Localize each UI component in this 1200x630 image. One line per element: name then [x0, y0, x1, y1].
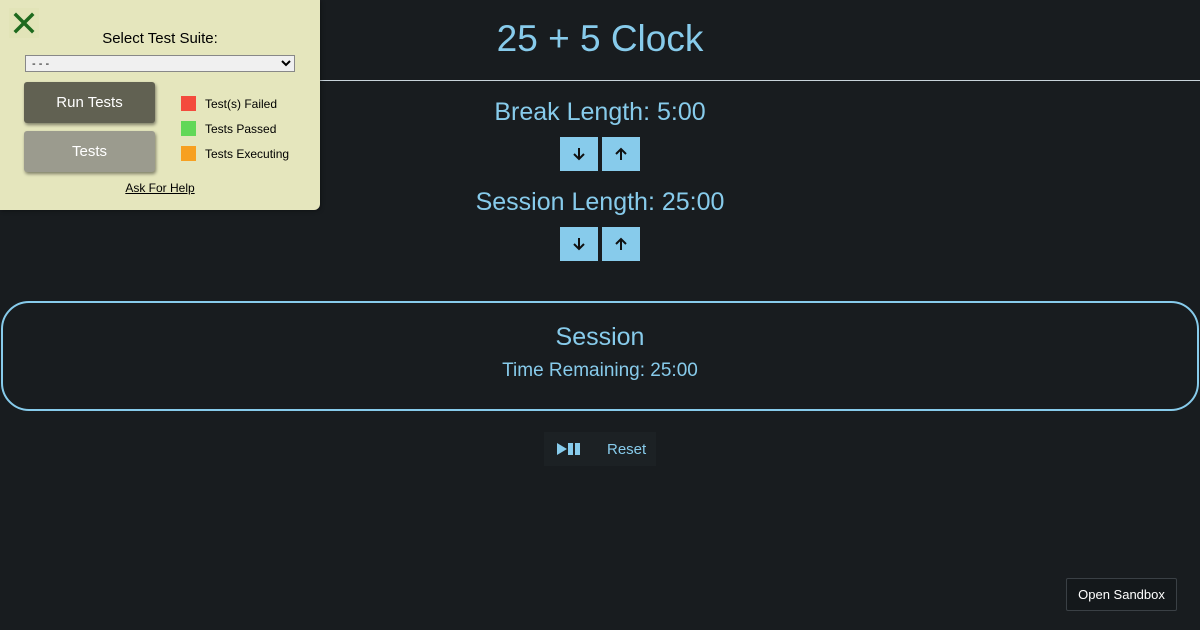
- suite-label: Select Test Suite:: [102, 30, 218, 47]
- suite-select[interactable]: - - -: [25, 55, 295, 72]
- play-pause-icon: [557, 443, 580, 455]
- reset-button[interactable]: Reset: [607, 441, 646, 458]
- break-controls: [560, 137, 640, 171]
- play-pause-button[interactable]: [544, 432, 594, 466]
- run-tests-button[interactable]: Run Tests: [24, 82, 155, 123]
- open-sandbox-button[interactable]: Open Sandbox: [1066, 578, 1177, 611]
- session-controls: [560, 227, 640, 261]
- legend-item-failed: Test(s) Failed: [181, 91, 289, 116]
- arrow-down-icon: [573, 148, 585, 161]
- legend-label: Tests Passed: [205, 121, 277, 136]
- arrow-up-icon: [615, 237, 627, 250]
- break-increment-button[interactable]: [602, 137, 640, 171]
- legend-label: Tests Executing: [205, 146, 290, 161]
- passed-swatch: [181, 121, 196, 136]
- test-legend: Test(s) Failed Tests Passed Tests Execut…: [181, 91, 289, 166]
- timer-controls: Reset: [544, 432, 656, 466]
- ask-for-help-link[interactable]: Ask For Help: [0, 181, 320, 195]
- timer-panel: Session Time Remaining: 25:00: [1, 301, 1199, 411]
- timer-label: Session: [555, 323, 645, 351]
- failed-swatch: [181, 96, 196, 111]
- legend-item-executing: Tests Executing: [181, 141, 289, 166]
- tests-button[interactable]: Tests: [24, 131, 155, 172]
- time-remaining: Time Remaining: 25:00: [502, 360, 698, 381]
- break-decrement-button[interactable]: [560, 137, 598, 171]
- test-panel: Select Test Suite: - - - Run Tests Tests…: [0, 0, 320, 210]
- session-decrement-button[interactable]: [560, 227, 598, 261]
- legend-label: Test(s) Failed: [205, 96, 278, 111]
- arrow-down-icon: [573, 238, 585, 251]
- executing-swatch: [181, 146, 196, 161]
- legend-item-passed: Tests Passed: [181, 116, 289, 141]
- session-increment-button[interactable]: [602, 227, 640, 261]
- arrow-up-icon: [615, 147, 627, 160]
